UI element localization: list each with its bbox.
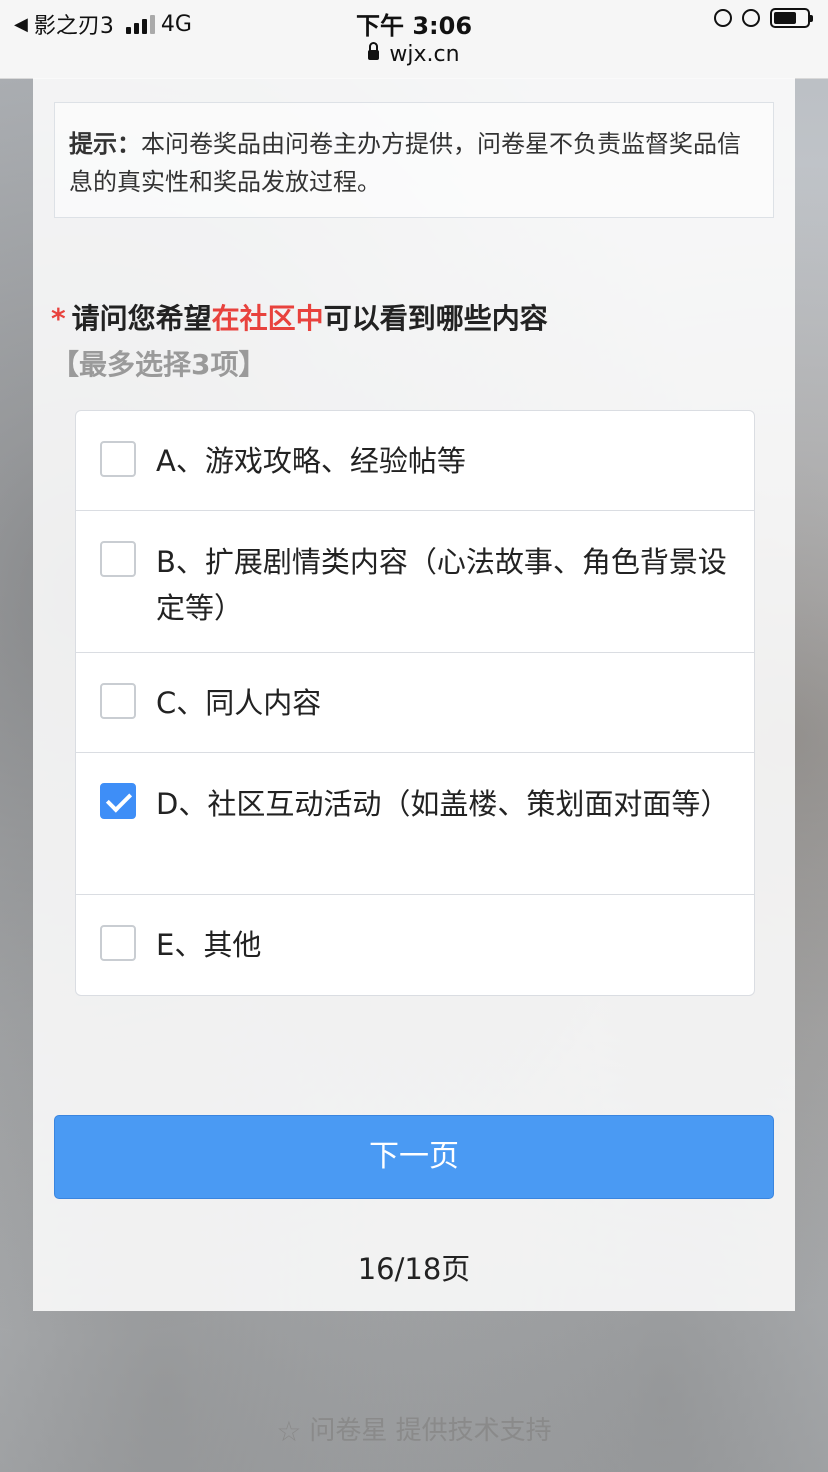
selection-limit: 【最多选择3项】 [51, 348, 267, 381]
survey-card: 提示：本问卷奖品由问卷主办方提供，问卷星不负责监督奖品信息的真实性和奖品发放过程… [33, 78, 795, 1311]
checkbox[interactable] [100, 441, 136, 477]
option-label: C、同人内容 [156, 686, 322, 720]
options-list: A、游戏攻略、经验帖等 B、扩展剧情类内容（心法故事、角色背景设定等） C、同人… [75, 410, 755, 996]
option-label: D、社区互动活动（如盖楼、策划面对面等） [156, 787, 730, 821]
clock: 下午 3:06 [355, 12, 473, 40]
option-label: B、扩展剧情类内容（心法故事、角色背景设定等） [156, 545, 727, 625]
lock-icon [368, 42, 380, 60]
option-label: E、其他 [156, 928, 262, 962]
option-c[interactable]: C、同人内容 [76, 653, 754, 753]
page-indicator: 16/18页 [357, 1252, 471, 1286]
option-d[interactable]: D、社区互动活动（如盖楼、策划面对面等） [76, 753, 754, 895]
status-bar: ◀ 影之刃3 4G 下午 3:06 wjx.cn [0, 0, 828, 79]
checkbox[interactable] [100, 683, 136, 719]
question-text-before: 请问您希望 [71, 302, 212, 335]
star-icon: ☆ [276, 1415, 302, 1448]
required-mark: * [51, 302, 66, 335]
question-title: * 请问您希望在社区中可以看到哪些内容 【最多选择3项】 [51, 296, 771, 388]
checkbox[interactable] [100, 783, 136, 819]
option-b[interactable]: B、扩展剧情类内容（心法故事、角色背景设定等） [76, 511, 754, 653]
battery-icon [770, 8, 813, 28]
question-text-after: 可以看到哪些内容 [323, 302, 548, 335]
status-right [714, 8, 813, 28]
url-text: wjx.cn [389, 42, 460, 67]
address-bar[interactable]: wjx.cn [0, 42, 828, 67]
rotation-lock-icon [714, 9, 732, 27]
option-label: A、游戏攻略、经验帖等 [156, 444, 466, 478]
alarm-icon [742, 9, 760, 27]
footer-text: 问卷星 提供技术支持 [309, 1416, 552, 1446]
next-page-button[interactable]: 下一页 [54, 1115, 774, 1199]
question-text-highlight: 在社区中 [211, 302, 324, 335]
checkbox[interactable] [100, 925, 136, 961]
notice-label: 提示： [69, 130, 141, 158]
checkbox[interactable] [100, 541, 136, 577]
option-a[interactable]: A、游戏攻略、经验帖等 [76, 411, 754, 511]
notice-text: 本问卷奖品由问卷主办方提供，问卷星不负责监督奖品信息的真实性和奖品发放过程。 [69, 130, 741, 196]
option-e[interactable]: E、其他 [76, 895, 754, 995]
prize-notice: 提示：本问卷奖品由问卷主办方提供，问卷星不负责监督奖品信息的真实性和奖品发放过程… [54, 102, 774, 218]
powered-by-footer[interactable]: ☆ 问卷星 提供技术支持 [0, 1410, 828, 1448]
